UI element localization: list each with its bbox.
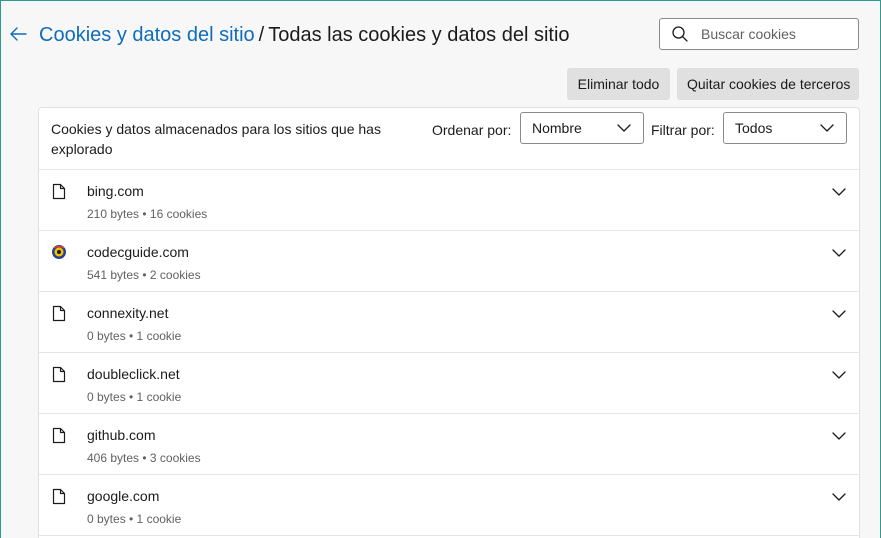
- file-icon: [51, 426, 67, 444]
- breadcrumb: Cookies y datos del sitio / Todas las cook…: [39, 22, 570, 48]
- sort-dropdown[interactable]: Nombre: [520, 112, 644, 144]
- site-name: connexity.net: [87, 305, 169, 321]
- chevron-down-icon: [820, 124, 834, 132]
- sort-value: Nombre: [532, 120, 582, 136]
- filter-value: Todos: [735, 120, 773, 136]
- page-title: Todas las cookies y datos del sitio: [268, 24, 570, 46]
- codecguide-favicon-icon: [51, 243, 67, 261]
- filter-label: Filtrar por:: [651, 122, 715, 138]
- site-row[interactable]: doubleclick.net 0 bytes • 1 cookie: [39, 353, 859, 414]
- site-meta: 406 bytes • 3 cookies: [87, 451, 201, 465]
- site-meta: 0 bytes • 1 cookie: [87, 390, 182, 404]
- site-meta: 0 bytes • 1 cookie: [87, 512, 182, 526]
- site-name: doubleclick.net: [87, 366, 180, 382]
- site-row[interactable]: connexity.net 0 bytes • 1 cookie: [39, 292, 859, 353]
- site-row[interactable]: bing.com 210 bytes • 16 cookies: [39, 170, 859, 231]
- site-row[interactable]: github.com 406 bytes • 3 cookies: [39, 414, 859, 475]
- site-meta: 541 bytes • 2 cookies: [87, 268, 201, 282]
- site-name: codecguide.com: [87, 244, 189, 260]
- breadcrumb-parent-link[interactable]: Cookies y datos del sitio: [39, 24, 255, 46]
- search-icon: [671, 24, 691, 44]
- file-icon: [51, 487, 67, 505]
- cookies-list-card: Cookies y datos almacenados para los sit…: [38, 107, 860, 538]
- filter-dropdown[interactable]: Todos: [723, 112, 847, 144]
- site-name: github.com: [87, 427, 156, 443]
- sort-label: Ordenar por:: [432, 122, 512, 138]
- site-meta: 210 bytes • 16 cookies: [87, 207, 208, 221]
- remove-third-party-cookies-button[interactable]: Quitar cookies de terceros: [677, 68, 859, 100]
- site-row[interactable]: codecguide.com 541 bytes • 2 cookies: [39, 231, 859, 292]
- arrow-left-icon: [10, 27, 27, 41]
- site-name: google.com: [87, 488, 160, 504]
- page-header: Cookies y datos del sitio / Todas las cook…: [0, 0, 881, 70]
- site-name: bing.com: [87, 183, 144, 199]
- chevron-down-icon[interactable]: [831, 367, 847, 383]
- delete-all-button[interactable]: Eliminar todo: [567, 68, 670, 100]
- search-box[interactable]: [659, 18, 859, 50]
- chevron-down-icon[interactable]: [831, 184, 847, 200]
- search-input[interactable]: [701, 26, 851, 42]
- site-row[interactable]: google.com 0 bytes • 1 cookie: [39, 475, 859, 536]
- file-icon: [51, 304, 67, 322]
- list-header: Cookies y datos almacenados para los sit…: [39, 108, 859, 170]
- chevron-down-icon[interactable]: [831, 489, 847, 505]
- file-icon: [51, 365, 67, 383]
- chevron-down-icon: [617, 124, 631, 132]
- chevron-down-icon[interactable]: [831, 245, 847, 261]
- chevron-down-icon[interactable]: [831, 428, 847, 444]
- chevron-down-icon[interactable]: [831, 306, 847, 322]
- back-button[interactable]: [6, 22, 30, 46]
- site-meta: 0 bytes • 1 cookie: [87, 329, 182, 343]
- list-description: Cookies y datos almacenados para los sit…: [51, 121, 381, 157]
- breadcrumb-separator: /: [258, 24, 265, 46]
- file-icon: [51, 182, 67, 200]
